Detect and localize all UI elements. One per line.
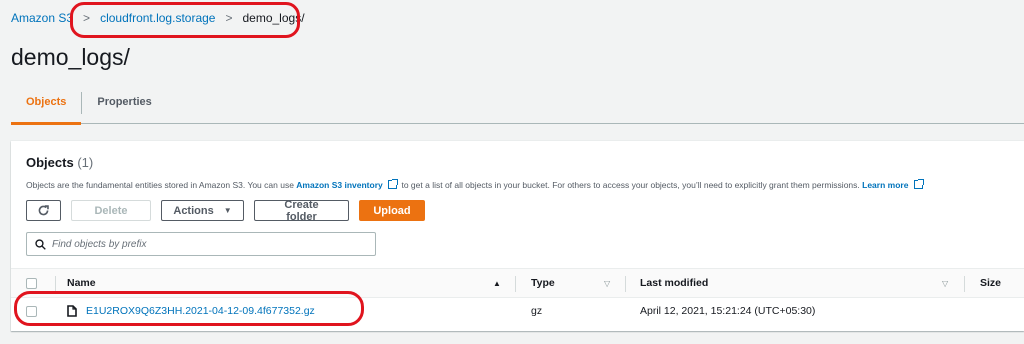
search-field[interactable] [26, 232, 376, 256]
object-name-link[interactable]: E1U2ROX9Q6Z3HH.2021-04-12-09.4f677352.gz [86, 305, 315, 317]
s3-inventory-link[interactable]: Amazon S3 inventory [296, 180, 382, 190]
create-folder-button[interactable]: Create folder [254, 199, 349, 223]
column-separator [964, 276, 965, 292]
column-separator [625, 276, 626, 292]
objects-count: (1) [77, 155, 94, 170]
breadcrumb: Amazon S3 > cloudfront.log.storage > dem… [11, 11, 305, 25]
tab-objects[interactable]: Objects [11, 80, 82, 125]
select-all-checkbox[interactable] [26, 277, 37, 289]
table-header: Name ▲ Type ▽ Last modified ▽ Size [11, 268, 1024, 298]
table-row: E1U2ROX9Q6Z3HH.2021-04-12-09.4f677352.gz… [11, 298, 1024, 324]
object-last-modified: April 12, 2021, 15:21:24 (UTC+05:30) [640, 305, 816, 317]
sort-icon[interactable]: ▽ [942, 269, 948, 297]
sort-ascending-icon[interactable]: ▲ [493, 269, 501, 297]
objects-toolbar: Delete Actions ▼ Create folder Upload [26, 199, 425, 223]
select-all-cell [26, 269, 37, 297]
chevron-right-icon: > [83, 11, 91, 25]
description-text-2: to get a list of all objects in your buc… [401, 180, 860, 190]
chevron-right-icon: > [225, 11, 233, 25]
upload-button[interactable]: Upload [359, 200, 425, 221]
tab-properties[interactable]: Properties [82, 80, 166, 124]
sort-icon[interactable]: ▽ [604, 269, 610, 297]
description-text-1: Objects are the fundamental entities sto… [26, 180, 294, 190]
search-icon [35, 238, 46, 250]
tab-bar: Objects Properties [11, 80, 1024, 125]
objects-header: Objects (1) [26, 155, 93, 170]
column-separator [515, 276, 516, 292]
header-type[interactable]: Type [531, 269, 555, 297]
object-type: gz [531, 305, 543, 317]
breadcrumb-amazon-s3[interactable]: Amazon S3 [11, 11, 73, 25]
breadcrumb-bucket[interactable]: cloudfront.log.storage [100, 11, 215, 25]
caret-down-icon: ▼ [223, 206, 232, 215]
delete-button[interactable]: Delete [71, 200, 151, 221]
page-title: demo_logs/ [11, 44, 130, 70]
actions-button[interactable]: Actions ▼ [161, 200, 244, 221]
header-name[interactable]: Name [67, 269, 96, 297]
external-link-icon[interactable] [913, 179, 924, 189]
file-icon [67, 305, 77, 317]
row-checkbox-cell [26, 298, 37, 324]
objects-panel: Objects (1) Objects are the fundamental … [11, 141, 1024, 331]
objects-description: Objects are the fundamental entities sto… [26, 179, 925, 190]
objects-title: Objects [26, 155, 74, 170]
external-link-icon[interactable] [388, 179, 399, 189]
search-input[interactable] [52, 238, 352, 250]
column-separator [55, 276, 56, 292]
actions-label: Actions [173, 204, 214, 217]
breadcrumb-current: demo_logs/ [242, 11, 305, 25]
learn-more-link[interactable]: Learn more [862, 180, 908, 190]
object-name-cell: E1U2ROX9Q6Z3HH.2021-04-12-09.4f677352.gz [67, 298, 315, 324]
header-last-modified[interactable]: Last modified [640, 269, 708, 297]
row-checkbox[interactable] [26, 305, 37, 317]
refresh-icon [38, 205, 49, 216]
header-size[interactable]: Size [980, 269, 1001, 297]
refresh-button[interactable] [26, 200, 61, 221]
